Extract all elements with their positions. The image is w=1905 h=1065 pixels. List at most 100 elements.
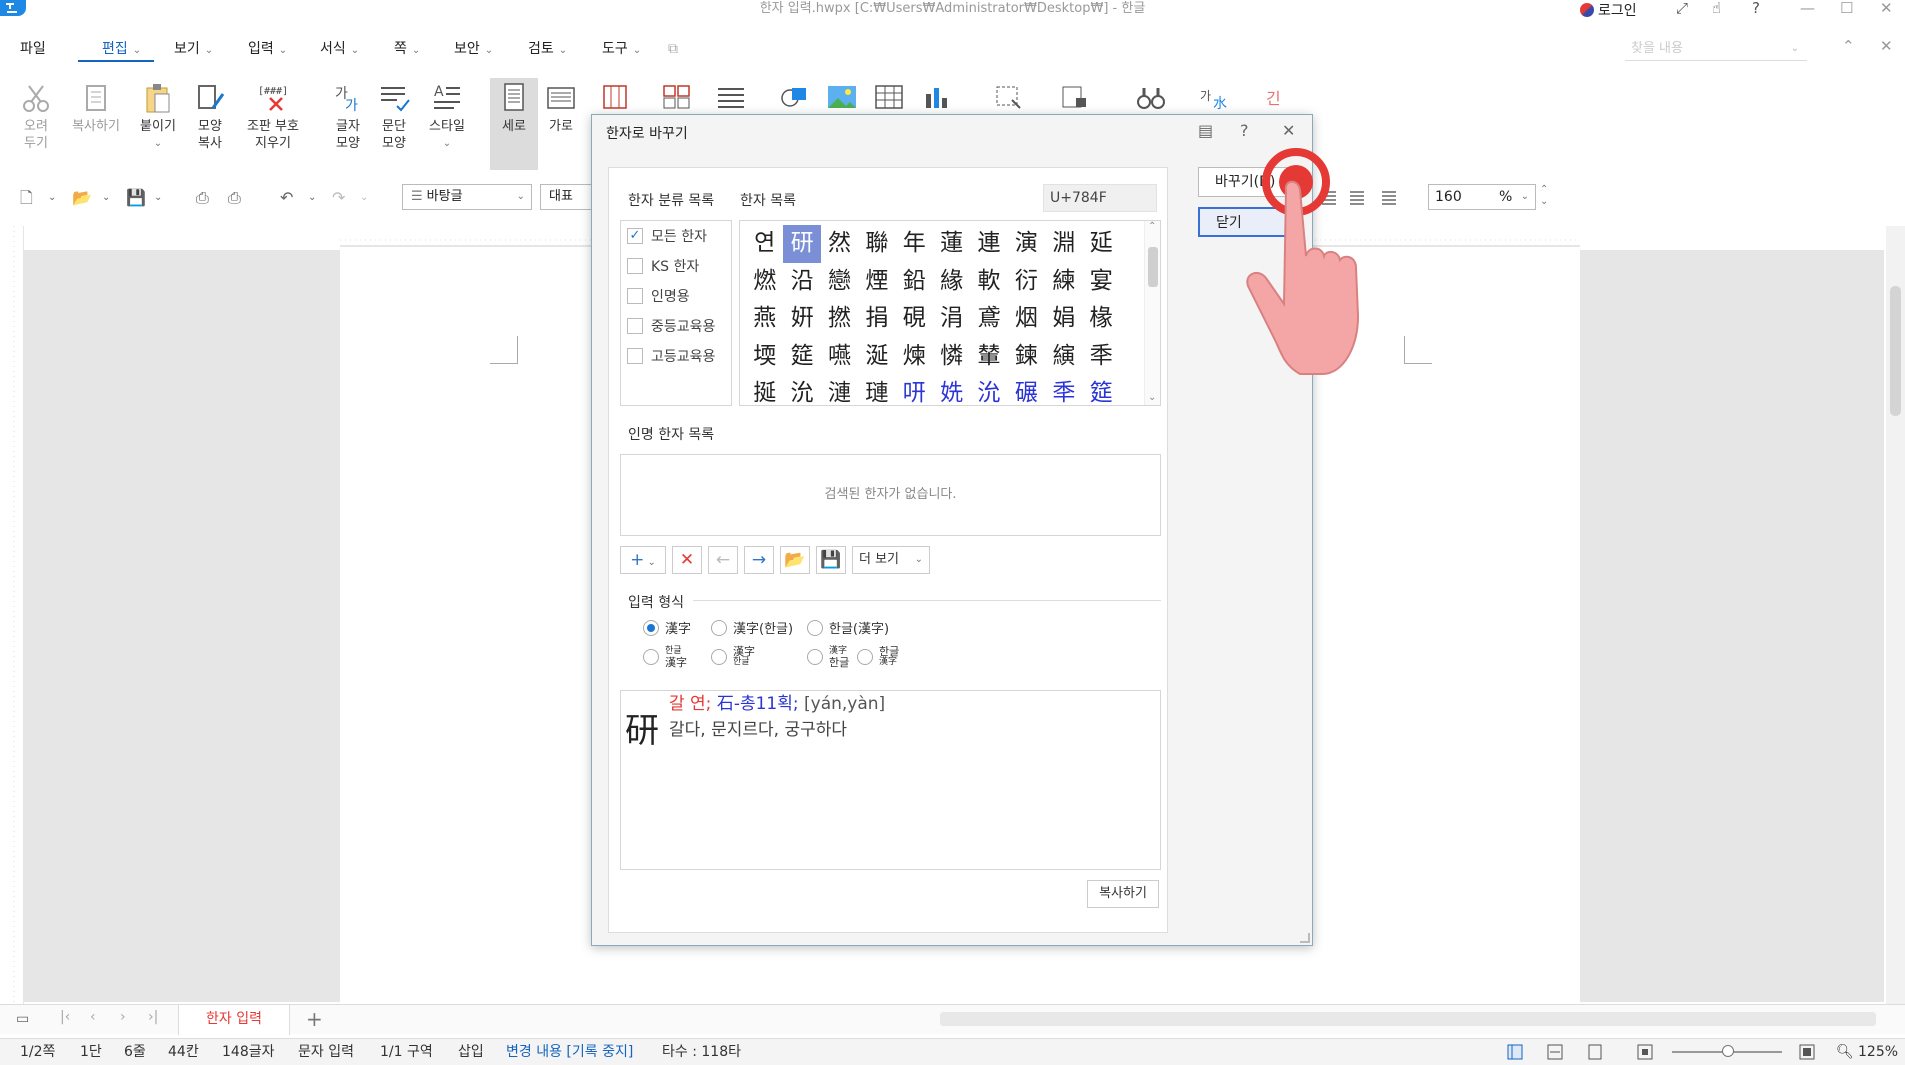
tab-list-icon[interactable]: ▭ bbox=[16, 1011, 29, 1027]
print-icon[interactable]: ⎙ bbox=[196, 184, 209, 212]
hangul-tool-icon[interactable]: 긴 bbox=[1262, 84, 1292, 110]
save-icon[interactable]: 💾 bbox=[126, 184, 146, 212]
dialog-close-icon[interactable]: ✕ bbox=[1282, 121, 1295, 141]
hanja-cell[interactable]: 延 bbox=[1083, 225, 1120, 263]
hanja-cell[interactable]: 堧 bbox=[746, 338, 783, 376]
open-dropdown-icon[interactable]: ⌄ bbox=[102, 184, 110, 212]
first-tab-icon[interactable]: |‹ bbox=[60, 1009, 70, 1025]
vertical-ruler[interactable] bbox=[0, 226, 24, 1006]
last-tab-icon[interactable]: ›| bbox=[148, 1009, 158, 1025]
hanja-cell[interactable]: 姸 bbox=[783, 300, 820, 338]
more-button[interactable]: 더 보기 ⌄ bbox=[852, 546, 930, 574]
cut-button[interactable]: 오려 두기 bbox=[16, 72, 56, 152]
scroll-down-icon[interactable]: ⌄ bbox=[1148, 392, 1156, 403]
hanja-cell[interactable]: 筵 bbox=[783, 338, 820, 376]
category-all[interactable]: ✓ 모든 한자 bbox=[627, 225, 707, 247]
hanja-cell[interactable]: 筵 bbox=[1083, 375, 1120, 405]
category-ks[interactable]: KS 한자 bbox=[627, 255, 699, 277]
radio-icon[interactable] bbox=[643, 649, 659, 665]
status-track-changes[interactable]: 변경 내용 [기록 중지] bbox=[506, 1039, 633, 1065]
hanja-cell[interactable]: 鳶 bbox=[970, 300, 1007, 338]
para-shape-button[interactable]: 문단 모양 bbox=[374, 72, 414, 152]
hanja-cell[interactable]: 宴 bbox=[1083, 263, 1120, 301]
hanja-cell[interactable]: 鉛 bbox=[896, 263, 933, 301]
horizontal-view-button[interactable]: 가로 bbox=[541, 72, 581, 135]
dialog-titlebar[interactable]: 한자로 바꾸기 ▤ ? ✕ bbox=[592, 115, 1312, 149]
find-input[interactable]: 찾을 내용 ⌄ bbox=[1625, 37, 1807, 61]
login-button[interactable]: 로그인 bbox=[1580, 0, 1637, 20]
undo-icon[interactable]: ↶ bbox=[280, 184, 293, 212]
vertical-view-button[interactable]: 세로 bbox=[492, 72, 536, 135]
hanja-cell[interactable]: 鍊 bbox=[1008, 338, 1045, 376]
hanja-cell[interactable]: 沇 bbox=[970, 375, 1007, 405]
scroll-up-icon[interactable]: ⌃ bbox=[1148, 221, 1156, 232]
hanja-cell[interactable]: 聯 bbox=[858, 225, 895, 263]
hanja-cell[interactable]: 研 bbox=[783, 225, 821, 263]
redo-icon[interactable]: ↷ bbox=[332, 184, 345, 212]
format-ruby-hangul-over-hanja[interactable]: 한글 漢字 bbox=[643, 646, 687, 668]
menu-review[interactable]: 검토 ⌄ bbox=[528, 36, 567, 64]
hanja-cell[interactable]: 秊 bbox=[1083, 338, 1120, 376]
hanja-cell[interactable]: 涓 bbox=[933, 300, 970, 338]
lock-page-icon[interactable] bbox=[1060, 84, 1090, 110]
save-dropdown-icon[interactable]: ⌄ bbox=[154, 184, 162, 212]
radio-icon[interactable] bbox=[711, 619, 727, 636]
hanja-cell[interactable]: 煙 bbox=[858, 263, 895, 301]
binoculars-icon[interactable] bbox=[1136, 84, 1166, 110]
format-ruby-hanja-small-over-hangul[interactable]: 漢字 한글 bbox=[807, 646, 849, 668]
menu-insert[interactable]: 입력 ⌄ bbox=[248, 36, 287, 64]
menu-view[interactable]: 보기 ⌄ bbox=[174, 36, 213, 64]
vertical-scrollbar[interactable] bbox=[1886, 226, 1905, 1006]
hanja-convert-icon[interactable]: 가水 bbox=[1200, 84, 1230, 110]
move-right-button[interactable]: → bbox=[744, 546, 774, 574]
hanja-cell[interactable]: 挻 bbox=[746, 375, 783, 405]
format-ruby-hanja-over-hangul[interactable]: 漢字 한글 bbox=[711, 646, 755, 668]
hanja-cell[interactable]: 撚 bbox=[821, 300, 858, 338]
hanja-cell[interactable]: 燃 bbox=[746, 263, 783, 301]
hanja-cell[interactable]: 蓮 bbox=[933, 225, 970, 263]
hanja-cell[interactable]: 涎 bbox=[858, 338, 895, 376]
zoom-magnifier-icon[interactable]: 🔍︎ bbox=[1836, 1039, 1854, 1065]
touch-hand-icon[interactable]: ☝ bbox=[1712, 0, 1721, 17]
table-icon[interactable] bbox=[874, 84, 904, 110]
hanja-cell[interactable]: 漣 bbox=[821, 375, 858, 405]
char-shape-button[interactable]: 가가 글자 모양 bbox=[328, 72, 368, 152]
collapse-ribbon-icon[interactable]: ⌃ bbox=[1842, 38, 1855, 55]
radio-icon[interactable] bbox=[857, 649, 873, 665]
hanja-cell[interactable]: 秊 bbox=[1045, 375, 1082, 405]
redo-dropdown-icon[interactable]: ⌄ bbox=[360, 184, 368, 212]
name-hanja-list[interactable]: 검색된 한자가 없습니다. bbox=[620, 454, 1161, 536]
delete-hanja-button[interactable]: ✕ bbox=[672, 546, 702, 574]
category-middle-school[interactable]: 중등교육용 bbox=[627, 315, 715, 337]
puzzle-icon[interactable]: ⧉ bbox=[668, 36, 678, 62]
radio-icon[interactable] bbox=[807, 619, 823, 636]
move-left-button[interactable]: ← bbox=[708, 546, 738, 574]
hanja-cell[interactable]: 嚥 bbox=[821, 338, 858, 376]
menu-format[interactable]: 서식 ⌄ bbox=[320, 36, 359, 64]
menu-tools[interactable]: 도구 ⌄ bbox=[602, 36, 641, 64]
clear-codes-button[interactable]: [###] 조판 부호 지우기 bbox=[240, 72, 306, 152]
zoom-fit-icon[interactable] bbox=[1798, 1043, 1816, 1061]
open-folder-icon[interactable]: 📂 bbox=[72, 184, 92, 212]
align-distribute-icon[interactable] bbox=[1348, 188, 1366, 206]
hanja-cell[interactable]: 捐 bbox=[858, 300, 895, 338]
picture-icon[interactable] bbox=[826, 84, 858, 110]
hanja-cell[interactable]: 碾 bbox=[1008, 375, 1045, 405]
tab-document[interactable]: 한자 입력 bbox=[178, 1005, 290, 1035]
replace-button[interactable]: 바꾸기(D) bbox=[1198, 167, 1298, 197]
style-select[interactable]: ☰ 바탕글 ⌄ bbox=[402, 184, 532, 210]
hanja-list-scrollbar[interactable]: ⌃ ⌄ bbox=[1144, 221, 1160, 405]
hanja-cell[interactable]: 煉 bbox=[896, 338, 933, 376]
hanja-cell[interactable]: 璉 bbox=[858, 375, 895, 405]
multi-page-icon[interactable] bbox=[662, 84, 692, 110]
resize-grip-icon[interactable] bbox=[1300, 933, 1310, 943]
horizontal-scrollbar[interactable] bbox=[940, 1012, 1876, 1026]
status-zoom[interactable]: 125% bbox=[1858, 1039, 1898, 1065]
hanja-cell[interactable]: 軟 bbox=[970, 263, 1007, 301]
hanja-cell[interactable]: 硯 bbox=[896, 300, 933, 338]
hanja-cell[interactable]: 椽 bbox=[1083, 300, 1120, 338]
format-ruby-hangul-over-hanja-small[interactable]: 한글 漢字 bbox=[857, 646, 899, 668]
hanja-cell[interactable]: 咞 bbox=[896, 375, 933, 405]
next-tab-icon[interactable]: › bbox=[120, 1009, 126, 1025]
save-dictionary-button[interactable]: 💾 bbox=[816, 546, 846, 574]
